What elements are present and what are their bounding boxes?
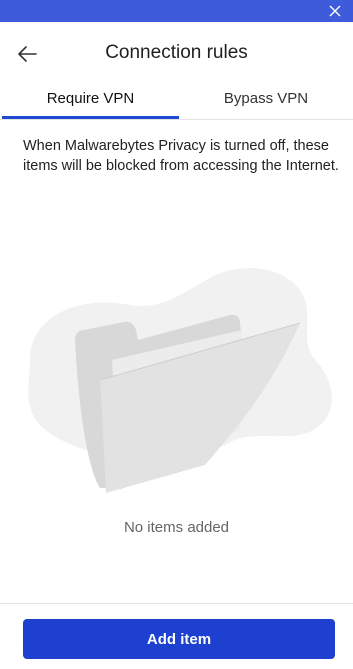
footer: Add item — [0, 603, 353, 669]
page-title: Connection rules — [105, 42, 248, 63]
tab-bypass-vpn[interactable]: Bypass VPN — [179, 86, 353, 119]
page-header: Connection rules — [0, 22, 353, 86]
close-icon[interactable] — [327, 3, 343, 19]
empty-folder-icon — [28, 268, 332, 493]
rules-description: When Malwarebytes Privacy is turned off,… — [23, 138, 339, 174]
window-titlebar — [0, 0, 353, 22]
add-item-button[interactable]: Add item — [23, 619, 335, 659]
tab-bar: Require VPN Bypass VPN — [0, 86, 353, 120]
tab-require-vpn[interactable]: Require VPN — [2, 86, 179, 119]
empty-state-message: No items added — [123, 519, 230, 536]
